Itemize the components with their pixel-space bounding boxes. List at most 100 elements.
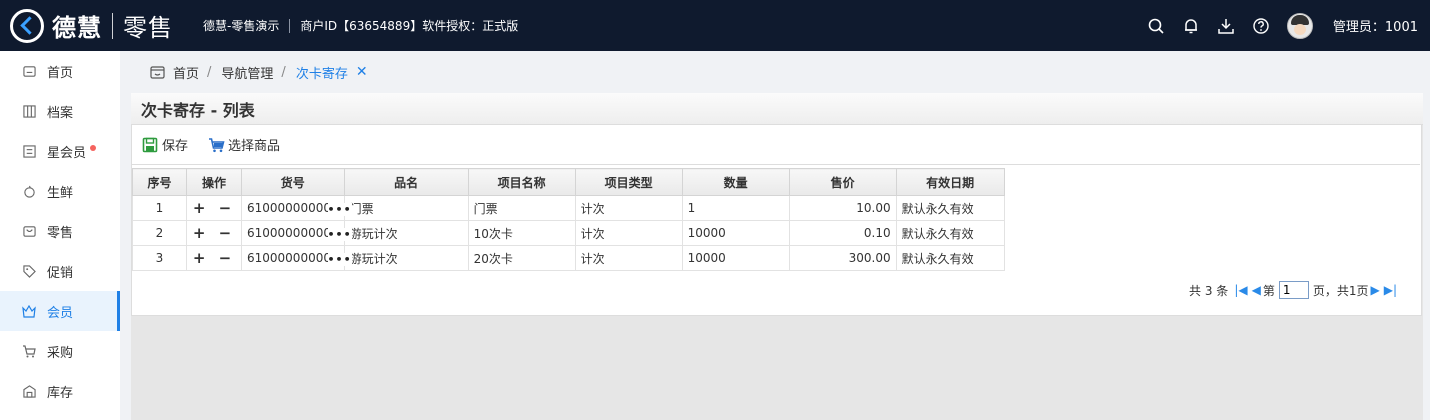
prev-page-icon[interactable]: ◀ — [1252, 283, 1261, 297]
last-page-icon[interactable]: ▶| — [1384, 283, 1397, 297]
page-title: 次卡寄存 - 列表 — [131, 93, 1423, 125]
home-icon — [22, 64, 36, 78]
sidebar-item-purchase[interactable]: 采购 — [0, 331, 120, 371]
row-actions[interactable]: + − — [186, 245, 242, 271]
breadcrumb-home[interactable]: 首页 — [173, 63, 199, 82]
select-goods-label: 选择商品 — [228, 139, 281, 154]
select-goods-button[interactable]: 选择商品 — [208, 135, 280, 154]
brand-logo[interactable]: 德慧 零售 — [0, 0, 173, 51]
row-actions[interactable]: + − — [186, 195, 242, 221]
sku-value: 610000000004 — [247, 251, 339, 265]
sidebar: 首页 档案 星会员 生鲜 零售 促销 会员 采购 库存 — [0, 51, 120, 420]
archive-icon — [22, 104, 36, 118]
next-page-icon[interactable]: ▶ — [1370, 283, 1379, 297]
valid-cell[interactable]: 默认永久有效 — [895, 195, 1005, 221]
type-cell[interactable]: 计次 — [574, 195, 683, 221]
qty-cell[interactable]: 10000 — [681, 220, 790, 246]
breadcrumb-current[interactable]: 次卡寄存 — [296, 63, 348, 82]
type-cell[interactable]: 计次 — [574, 220, 683, 246]
column-header: 数量 — [681, 168, 790, 196]
sidebar-item-label: 采购 — [47, 345, 74, 361]
warehouse-icon — [22, 384, 36, 398]
valid-cell[interactable]: 默认永久有效 — [895, 220, 1005, 246]
brand-sub: 零售 — [123, 14, 173, 42]
item-cell[interactable]: 门票 — [467, 195, 576, 221]
row-number: 1 — [132, 195, 187, 221]
valid-cell[interactable]: 默认永久有效 — [895, 245, 1005, 271]
close-icon[interactable]: ✕ — [356, 64, 368, 80]
save-icon — [142, 137, 158, 153]
logo-icon — [10, 8, 44, 43]
first-page-icon[interactable]: |◀ — [1234, 283, 1247, 297]
main-panel: 次卡寄存 - 列表 保存 选择商品 序号 操作 货号 品名 项目名称 项目类型 … — [131, 93, 1423, 420]
price-cell[interactable]: 10.00 — [788, 195, 897, 221]
type-cell[interactable]: 计次 — [574, 245, 683, 271]
column-header: 货号 — [241, 168, 345, 196]
breadcrumb-separator: / — [281, 64, 286, 80]
item-cell[interactable]: 10次卡 — [467, 220, 576, 246]
sku-cell: 610000000005 ••• — [241, 195, 352, 221]
info-divider — [289, 18, 291, 33]
sidebar-item-label: 促销 — [47, 265, 74, 281]
more-icon[interactable]: ••• — [327, 203, 352, 216]
sku-value: 610000000004 — [247, 226, 339, 240]
more-icon[interactable]: ••• — [327, 253, 352, 266]
sku-value: 610000000005 — [247, 201, 339, 215]
avatar[interactable] — [1286, 12, 1313, 39]
name-cell[interactable]: 游玩计次 — [343, 220, 469, 246]
store-info: 德慧-零售演示 商户ID【63654889】软件授权：正式版 — [203, 17, 518, 34]
sidebar-item-retail[interactable]: 零售 — [0, 211, 120, 251]
column-header: 项目类型 — [574, 168, 683, 196]
cart-icon — [22, 344, 36, 358]
price-cell[interactable]: 300.00 — [788, 245, 897, 271]
row-actions[interactable]: + − — [186, 220, 242, 246]
price-cell[interactable]: 0.10 — [788, 220, 897, 246]
deposit-table: 序号 操作 货号 品名 项目名称 项目类型 数量 售价 有效日期 1 + − 6… — [132, 168, 1005, 271]
sidebar-item-fresh[interactable]: 生鲜 — [0, 171, 120, 211]
row-number: 3 — [132, 245, 187, 271]
admin-name[interactable]: 管理员：1001 — [1333, 16, 1418, 35]
page-input[interactable] — [1278, 281, 1309, 299]
qty-cell[interactable]: 10000 — [681, 245, 790, 271]
save-button[interactable]: 保存 — [142, 135, 188, 154]
item-cell[interactable]: 20次卡 — [467, 245, 576, 271]
more-icon[interactable]: ••• — [327, 228, 352, 241]
sku-cell: 610000000004 ••• — [241, 220, 352, 246]
breadcrumb-nav[interactable]: 导航管理 — [221, 63, 273, 82]
top-actions: 管理员：1001 — [1130, 0, 1430, 51]
table-row[interactable]: 3 + − 610000000004 ••• 游玩计次 20次卡 计次 10000… — [132, 245, 1005, 271]
page-prefix: 第 — [1262, 283, 1275, 298]
download-icon[interactable] — [1217, 17, 1235, 35]
total-count: 共 3 条 — [1189, 283, 1229, 298]
search-icon[interactable] — [1147, 17, 1165, 35]
sidebar-item-label: 会员 — [47, 305, 74, 321]
sidebar-item-archive[interactable]: 档案 — [0, 91, 120, 131]
sidebar-item-inventory[interactable]: 库存 — [0, 371, 120, 411]
notification-dot — [90, 145, 97, 151]
name-cell[interactable]: 游玩计次 — [343, 245, 469, 271]
sidebar-item-label: 库存 — [47, 385, 74, 401]
name-cell[interactable]: 门票 — [343, 195, 469, 221]
row-number: 2 — [132, 220, 187, 246]
sku-cell: 610000000004 ••• — [241, 245, 352, 271]
sidebar-item-home[interactable]: 首页 — [0, 51, 120, 91]
help-icon[interactable] — [1252, 17, 1270, 35]
sidebar-item-promotion[interactable]: 促销 — [0, 251, 120, 291]
table-row[interactable]: 1 + − 610000000005 ••• 门票 门票 计次 1 10.00 默… — [132, 195, 1005, 221]
license-info: 商户ID【63654889】软件授权：正式版 — [300, 19, 519, 33]
sidebar-item-label: 首页 — [47, 65, 74, 81]
sidebar-item-star-member[interactable]: 星会员 — [0, 131, 120, 171]
sidebar-item-label: 星会员 — [47, 145, 87, 161]
logo-divider — [112, 12, 113, 39]
pagination: 共 3 条 |◀ ◀ 第 页，共1页 ▶ ▶| — [1189, 281, 1399, 299]
table-row[interactable]: 2 + − 610000000004 ••• 游玩计次 10次卡 计次 10000… — [132, 220, 1005, 246]
toolbar: 保存 选择商品 — [132, 125, 1420, 165]
brand-name: 德慧 — [52, 14, 102, 42]
sidebar-item-label: 档案 — [47, 105, 74, 121]
bell-icon[interactable] — [1182, 17, 1200, 35]
sidebar-item-member[interactable]: 会员 — [0, 291, 120, 331]
qty-cell[interactable]: 1 — [681, 195, 790, 221]
column-header: 售价 — [788, 168, 897, 196]
panel-body: 保存 选择商品 序号 操作 货号 品名 项目名称 项目类型 数量 售价 有效日期… — [131, 125, 1422, 316]
column-header: 序号 — [132, 168, 187, 196]
